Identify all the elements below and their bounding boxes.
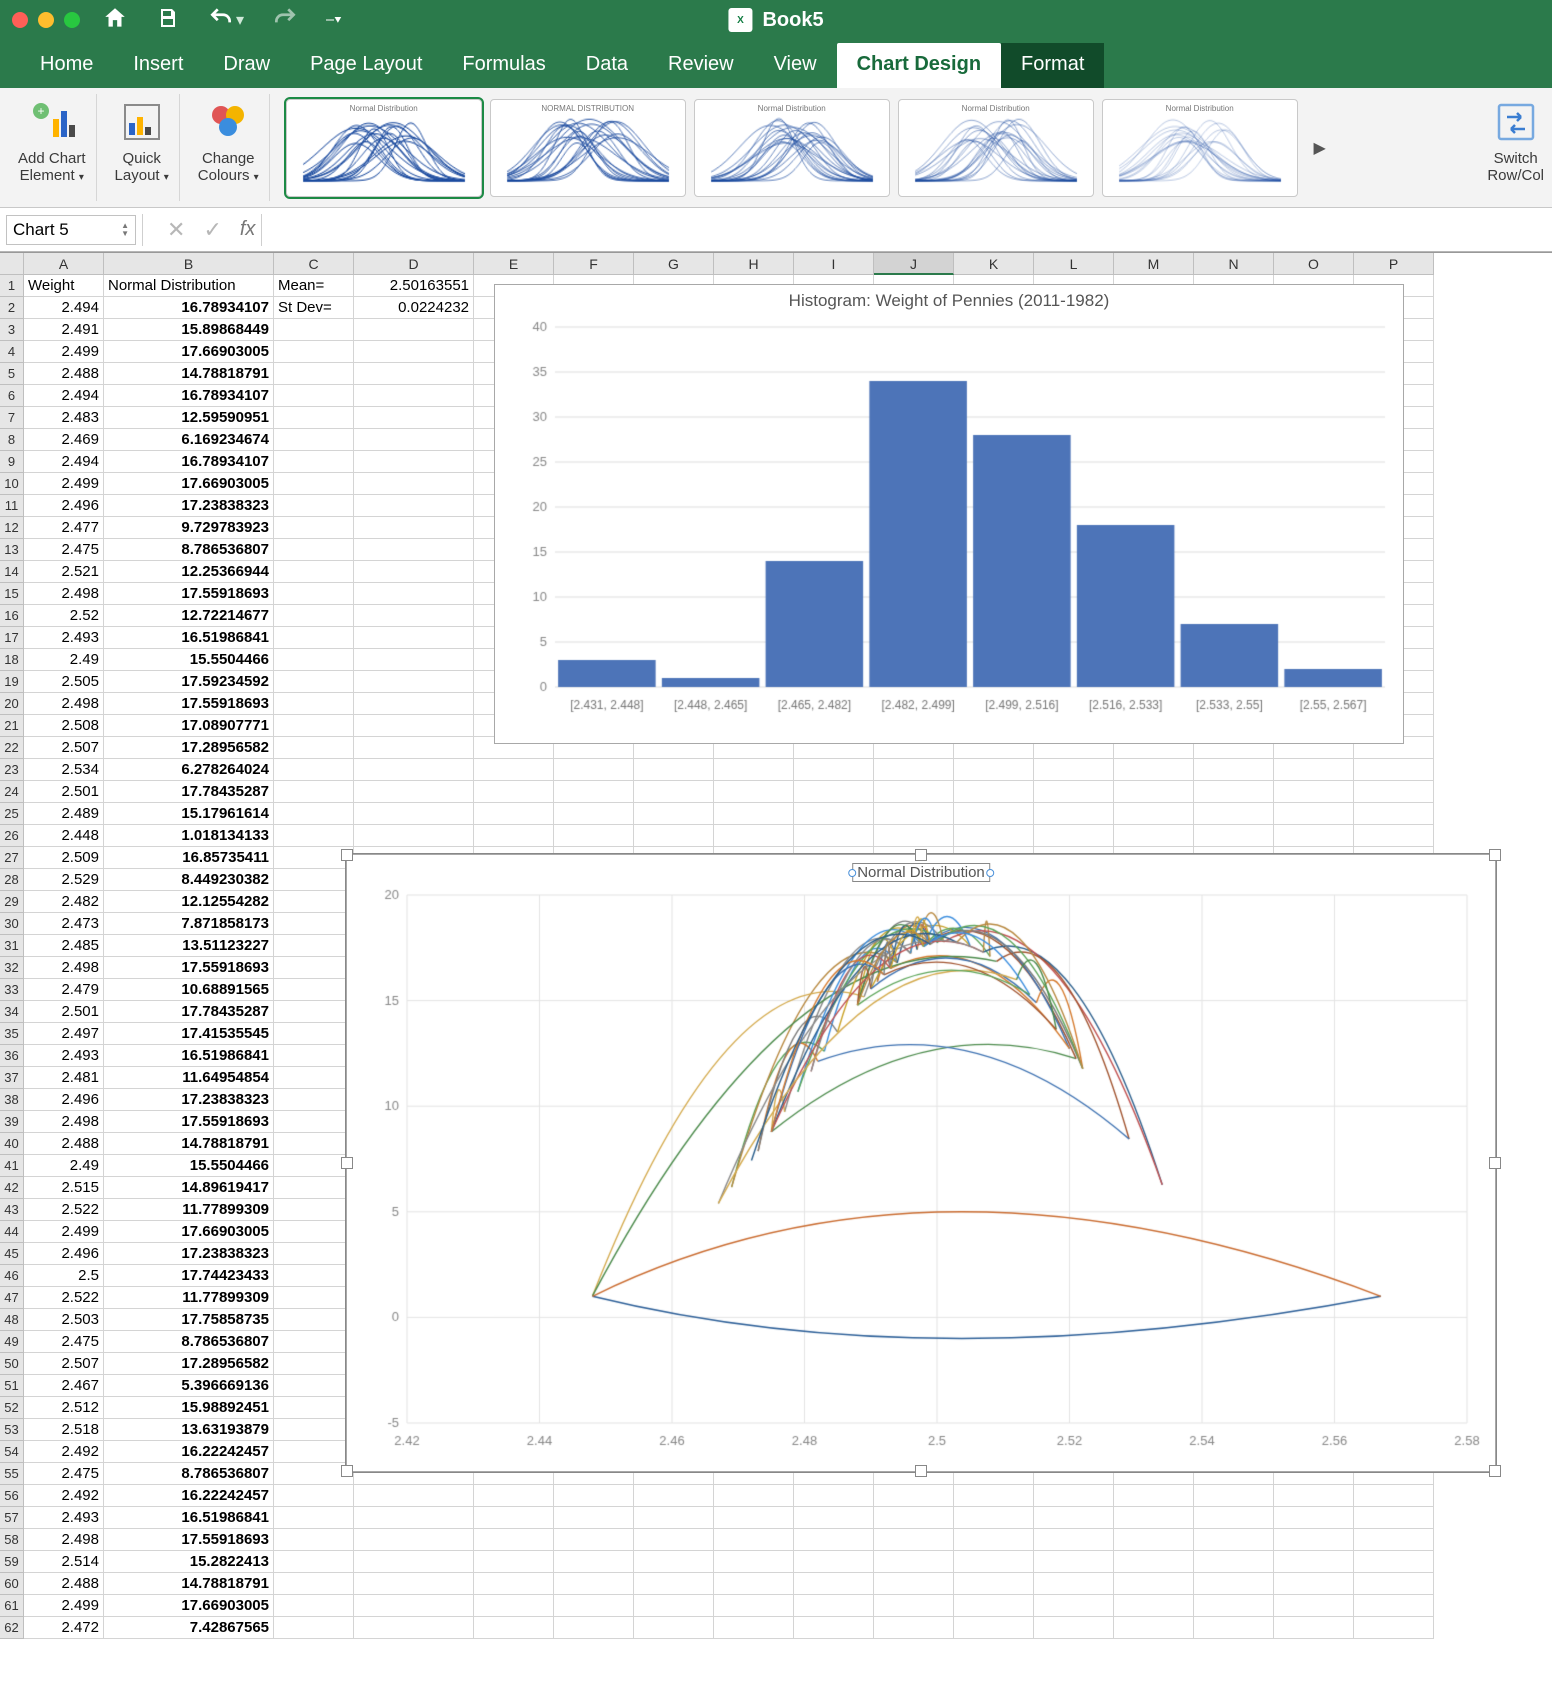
tab-format[interactable]: Format (1001, 43, 1104, 88)
resize-handle[interactable] (1489, 1465, 1501, 1477)
add-chart-element-button[interactable]: + Add Chart Element ▾ (18, 98, 86, 184)
resize-handle[interactable] (341, 1465, 353, 1477)
col-header-F[interactable]: F (554, 253, 634, 275)
name-box[interactable]: Chart 5 ▲▼ (6, 215, 136, 245)
formula-bar: Chart 5 ▲▼ ✕ ✓ fx (0, 208, 1552, 252)
col-header-O[interactable]: O (1274, 253, 1354, 275)
normal-distribution-chart[interactable]: Normal Distribution (346, 854, 1496, 1472)
col-header-G[interactable]: G (634, 253, 714, 275)
resize-handle[interactable] (915, 1465, 927, 1477)
redo-icon[interactable] (272, 5, 298, 36)
tab-page-layout[interactable]: Page Layout (290, 43, 442, 88)
save-icon[interactable] (156, 6, 180, 35)
resize-handle[interactable] (341, 849, 353, 861)
resize-handle[interactable] (341, 1157, 353, 1169)
col-header-H[interactable]: H (714, 253, 794, 275)
col-header-E[interactable]: E (474, 253, 554, 275)
col-header-N[interactable]: N (1194, 253, 1274, 275)
chart-styles-next-icon[interactable]: ▶ (1306, 134, 1334, 162)
minimize-window-icon[interactable] (38, 12, 54, 28)
histogram-chart[interactable]: Histogram: Weight of Pennies (2011-1982) (494, 284, 1404, 744)
col-header-K[interactable]: K (954, 253, 1034, 275)
tab-data[interactable]: Data (566, 43, 648, 88)
svg-text:+: + (37, 104, 44, 118)
undo-icon[interactable] (208, 5, 234, 36)
tab-formulas[interactable]: Formulas (442, 43, 565, 88)
col-header-I[interactable]: I (794, 253, 874, 275)
chart-title-selected[interactable]: Normal Distribution (852, 863, 990, 882)
namebox-down-icon[interactable]: ▼ (121, 230, 129, 238)
col-header-C[interactable]: C (274, 253, 354, 275)
col-header-M[interactable]: M (1114, 253, 1194, 275)
tab-insert[interactable]: Insert (113, 43, 203, 88)
window-controls (12, 12, 80, 28)
resize-handle[interactable] (1489, 1157, 1501, 1169)
quick-access-toolbar: ▾ ⎯▾ (102, 5, 342, 36)
chart-style-4[interactable]: Normal Distribution (898, 99, 1094, 197)
home-icon[interactable] (102, 5, 128, 36)
chart-style-1[interactable]: Normal Distribution (286, 99, 482, 197)
chart-style-2[interactable]: NORMAL DISTRIBUTION (490, 99, 686, 197)
fx-icon[interactable]: fx (240, 218, 256, 241)
resize-handle[interactable] (1489, 849, 1501, 861)
tab-draw[interactable]: Draw (203, 43, 290, 88)
switch-row-col-button[interactable]: Switch Row/Col (1487, 98, 1544, 184)
formula-input[interactable] (268, 215, 1552, 245)
quick-layout-button[interactable]: Quick Layout ▾ (115, 98, 169, 184)
customize-qat-icon[interactable]: ⎯▾ (326, 11, 342, 29)
document-title: Book5 (762, 9, 823, 32)
enter-icon[interactable]: ✓ (203, 217, 221, 243)
tab-view[interactable]: View (754, 43, 837, 88)
resize-handle[interactable] (915, 849, 927, 861)
col-header-J[interactable]: J (874, 253, 954, 275)
excel-app-icon: X (728, 8, 752, 32)
undo-dropdown-icon[interactable]: ▾ (236, 10, 244, 30)
tab-review[interactable]: Review (648, 43, 754, 88)
ribbon-tabs: HomeInsertDrawPage LayoutFormulasDataRev… (0, 40, 1552, 88)
col-header-P[interactable]: P (1354, 253, 1434, 275)
tab-chart-design[interactable]: Chart Design (837, 43, 1001, 88)
chart-style-5[interactable]: Normal Distribution (1102, 99, 1298, 197)
col-header-L[interactable]: L (1034, 253, 1114, 275)
chart-styles-gallery: Normal Distribution NORMAL DISTRIBUTION … (278, 94, 1470, 201)
chart-style-3[interactable]: Normal Distribution (694, 99, 890, 197)
tab-home[interactable]: Home (20, 43, 113, 88)
close-window-icon[interactable] (12, 12, 28, 28)
window-title-bar: ▾ ⎯▾ X Book5 (0, 0, 1552, 40)
col-header-D[interactable]: D (354, 253, 474, 275)
ribbon-chart-design: + Add Chart Element ▾ Quick Layout (0, 88, 1552, 208)
cancel-icon[interactable]: ✕ (167, 217, 185, 243)
maximize-window-icon[interactable] (64, 12, 80, 28)
col-header-B[interactable]: B (104, 253, 274, 275)
change-colours-button[interactable]: Change Colours ▾ (198, 98, 259, 184)
col-header-A[interactable]: A (24, 253, 104, 275)
